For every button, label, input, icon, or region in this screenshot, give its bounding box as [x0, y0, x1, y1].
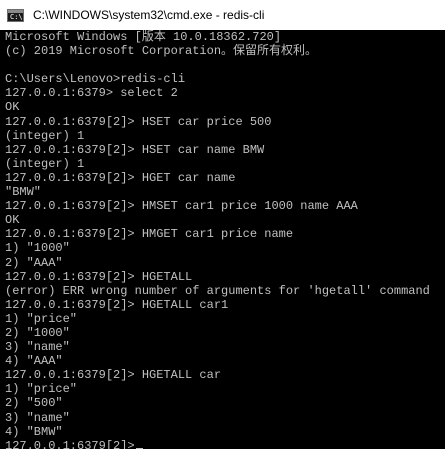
active-prompt: 127.0.0.1:6379[2]> [5, 438, 135, 449]
console-line: 127.0.0.1:6379[2]> HGETALL car [5, 368, 222, 383]
title-bar[interactable]: C:\ C:\WINDOWS\system32\cmd.exe - redis-… [0, 0, 445, 30]
console-line: 127.0.0.1:6379[2]> HGETALL car1 [5, 297, 229, 312]
console-line: (integer) 1 [5, 156, 85, 171]
console-line: (c) 2019 Microsoft Corporation。保留所有权利。 [5, 44, 318, 59]
console-line: 127.0.0.1:6379[2]> HGET car name [5, 170, 236, 185]
console-line: (integer) 1 [5, 128, 85, 143]
console-line: 1) "1000" [5, 241, 70, 256]
cmd-window: C:\ C:\WINDOWS\system32\cmd.exe - redis-… [0, 0, 445, 449]
console-line: 127.0.0.1:6379[2]> HMSET car1 price 1000… [5, 199, 358, 214]
console-line: OK [5, 213, 20, 228]
console-line: 2) "500" [5, 396, 63, 411]
icon-prompt-glyph: C:\ [10, 12, 23, 21]
console-line: Microsoft Windows [版本 10.0.18362.720] [5, 30, 282, 44]
console-line: 4) "BMW" [5, 424, 63, 439]
cmd-console-icon[interactable]: C:\ [7, 8, 24, 22]
console-output[interactable]: Microsoft Windows [版本 10.0.18362.720] (c… [0, 30, 445, 449]
console-line: 3) "name" [5, 340, 70, 355]
console-line: 1) "price" [5, 382, 78, 397]
console-line: 3) "name" [5, 410, 70, 425]
console-line: 2) "AAA" [5, 255, 63, 270]
console-line: 127.0.0.1:6379[2]> HGETALL [5, 269, 193, 284]
console-line: 127.0.0.1:6379> select 2 [5, 86, 178, 101]
console-line: 127.0.0.1:6379[2]> HSET car name BMW [5, 142, 265, 157]
console-line: (error) ERR wrong number of arguments fo… [5, 283, 430, 298]
console-line: "BMW" [5, 185, 42, 200]
console-line: 4) "AAA" [5, 354, 63, 369]
active-prompt-line[interactable]: 127.0.0.1:6379[2]> [5, 439, 445, 449]
console-line: 2) "1000" [5, 325, 70, 340]
console-line: 1) "price" [5, 311, 78, 326]
console-line: 127.0.0.1:6379[2]> HSET car price 500 [5, 114, 272, 129]
console-line: OK [5, 100, 20, 115]
console-line: 127.0.0.1:6379[2]> HMGET car1 price name [5, 227, 294, 242]
window-title: C:\WINDOWS\system32\cmd.exe - redis-cli [33, 8, 265, 22]
console-line: C:\Users\Lenovo>redis-cli [5, 72, 186, 87]
